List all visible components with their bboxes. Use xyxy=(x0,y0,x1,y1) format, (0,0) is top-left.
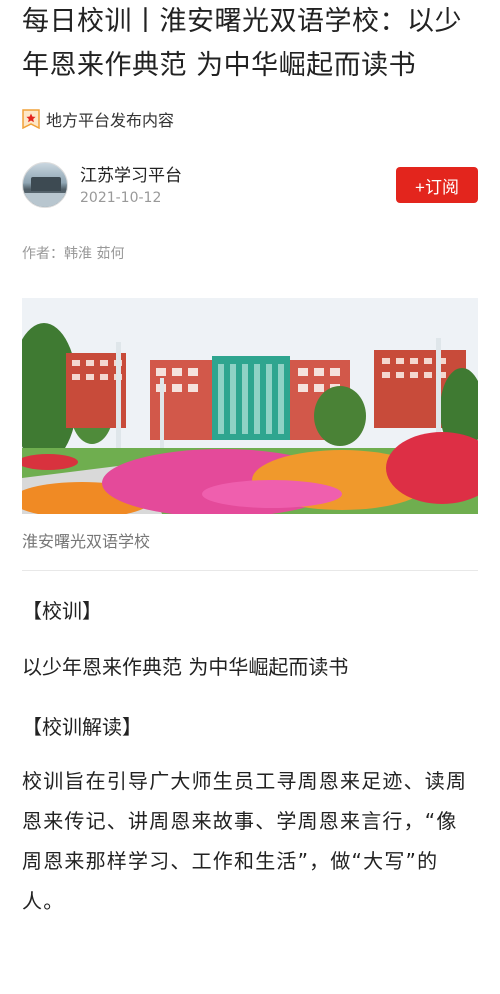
section-body-interpretation: 校训旨在引导广大师生员工寻周恩来足迹、读周恩来传记、讲周恩来故事、学周恩来言行，… xyxy=(22,769,468,913)
image-caption: 淮安曙光双语学校 xyxy=(22,528,478,571)
publisher-meta: 江苏学习平台 2021-10-12 xyxy=(80,165,396,206)
publish-date: 2021-10-12 xyxy=(80,189,162,206)
section-heading-motto: 【校训】 xyxy=(22,599,102,623)
source-tag-label: 地方平台发布内容 xyxy=(46,111,175,130)
publisher-name[interactable]: 江苏学习平台 xyxy=(80,165,396,187)
section-body-motto: 以少年恩来作典范 为中华崛起而读书 xyxy=(22,655,349,679)
source-tag: 地方平台发布内容 xyxy=(22,107,478,131)
avatar[interactable] xyxy=(22,162,68,208)
publisher-row: 江苏学习平台 2021-10-12 +订阅 xyxy=(22,161,478,209)
article-title: 每日校训丨淮安曙光双语学校：以少年恩来作典范 为中华崛起而读书 xyxy=(22,6,462,81)
star-badge-icon xyxy=(22,109,40,129)
section-heading-interpretation: 【校训解读】 xyxy=(22,715,142,739)
subscribe-button[interactable]: +订阅 xyxy=(396,167,478,203)
article-page: 每日校训丨淮安曙光双语学校：以少年恩来作典范 为中华崛起而读书 地方平台发布内容… xyxy=(0,0,500,994)
byline: 作者：韩淮 茹何 xyxy=(22,246,125,262)
school-photo xyxy=(22,298,478,514)
